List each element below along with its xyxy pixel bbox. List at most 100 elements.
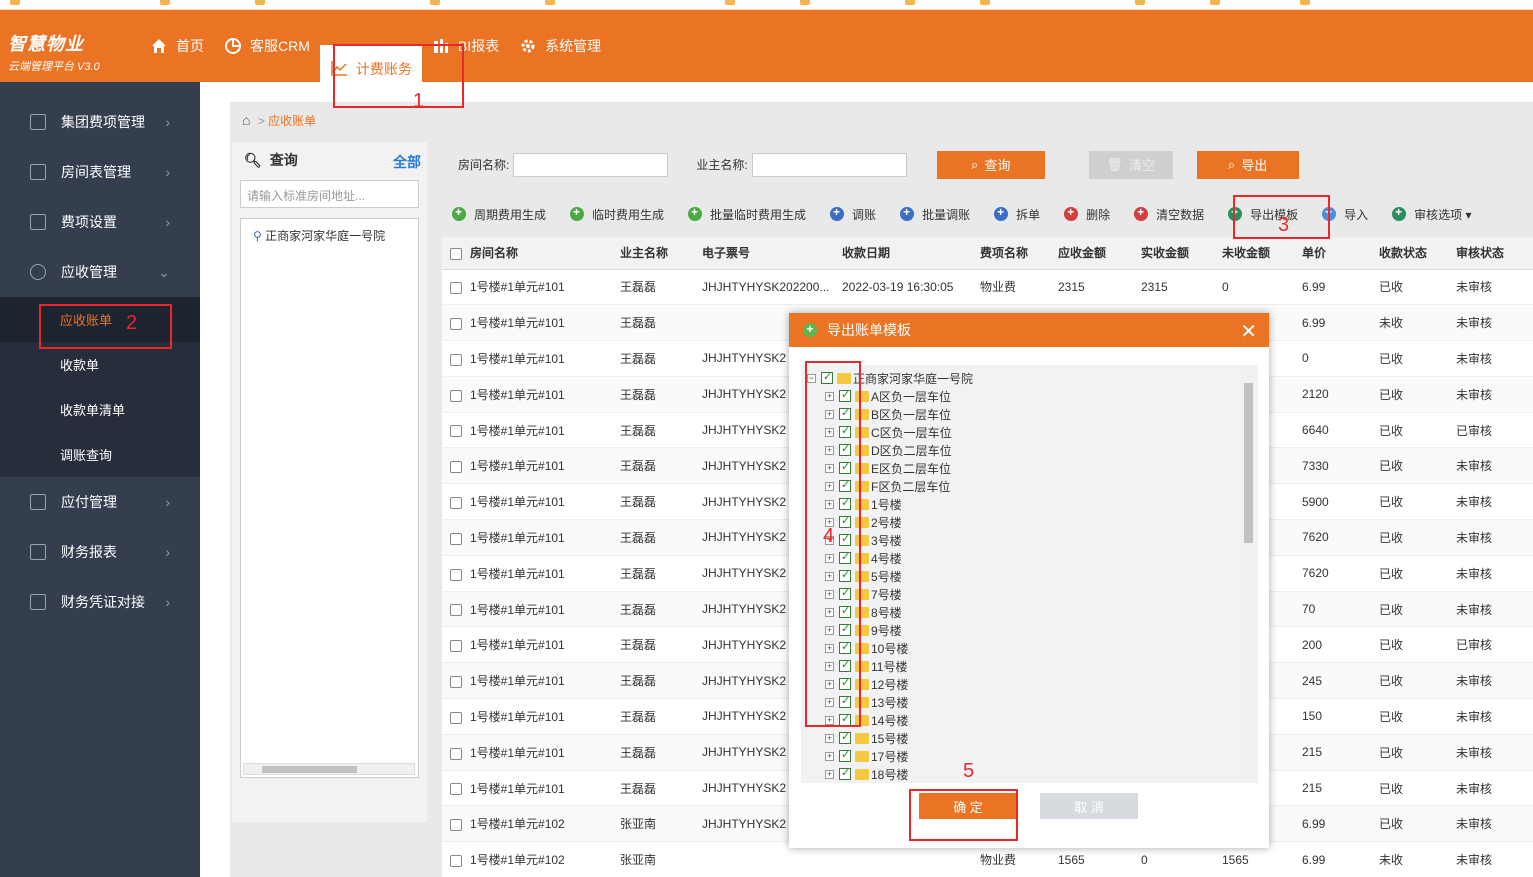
tree-node[interactable]: +4号楼 (807, 549, 1258, 567)
col-unreceived[interactable]: 未收金额 (1214, 237, 1294, 270)
vertical-scrollbar[interactable] (1242, 369, 1254, 779)
sidebar-item-group-fee[interactable]: 集团费项管理 › (0, 97, 200, 147)
cancel-button[interactable]: 取 消 (1040, 793, 1138, 819)
sidebar-item-receivable[interactable]: 应收管理 ⌄ (0, 247, 200, 297)
sidebar-item-fee-setting[interactable]: 费项设置 › (0, 197, 200, 247)
sidebar-item-voucher[interactable]: 财务凭证对接 › (0, 577, 200, 627)
nav-home[interactable]: 首页 (140, 10, 214, 82)
all-link[interactable]: 全部 (393, 152, 421, 172)
col-receivable[interactable]: 应收金额 (1050, 237, 1133, 270)
col-fee-name[interactable]: 费项名称 (972, 237, 1050, 270)
col-owner[interactable]: 业主名称 (612, 237, 694, 270)
row-checkbox[interactable] (450, 461, 462, 474)
row-checkbox[interactable] (450, 353, 462, 366)
cycle-fee-generate-button[interactable]: 周期费用生成 (452, 205, 546, 223)
row-checkbox[interactable] (450, 318, 462, 331)
cell-text: 已收 (1379, 817, 1404, 832)
row-checkbox[interactable] (450, 675, 462, 688)
row-checkbox[interactable] (450, 783, 462, 796)
col-date[interactable]: 收款日期 (834, 237, 972, 270)
row-checkbox[interactable] (450, 604, 462, 617)
row-checkbox[interactable] (450, 497, 462, 509)
expand-icon[interactable]: + (825, 733, 834, 743)
nav-system[interactable]: 系统管理 (509, 10, 611, 82)
row-checkbox[interactable] (450, 532, 462, 545)
tree-node[interactable]: +C区负一层车位 (807, 423, 1258, 441)
export-button[interactable]: ⌕ 导出 (1196, 150, 1299, 179)
delete-button[interactable]: 删除 (1064, 205, 1110, 223)
room-name-input[interactable] (513, 152, 669, 177)
tree-node[interactable]: +B区负一层车位 (807, 405, 1258, 423)
nav-crm[interactable]: 客服CRM (214, 10, 320, 82)
tree-node[interactable]: +2号楼 (807, 513, 1258, 531)
sidebar-item-finance-report[interactable]: 财务报表 › (0, 527, 200, 577)
expand-icon[interactable]: + (825, 751, 834, 761)
tree-node[interactable]: +13号楼 (807, 693, 1258, 711)
table-cell: 6640 (1294, 412, 1371, 449)
app-logo[interactable]: 智慧物业 云端管理平台 V3.0 (8, 30, 100, 74)
adjust-button[interactable]: 调账 (830, 205, 876, 223)
home-icon[interactable]: ⌂ (242, 112, 250, 128)
tree-node[interactable]: +12号楼 (807, 675, 1258, 693)
tree-node[interactable]: +14号楼 (807, 711, 1258, 729)
row-checkbox[interactable] (450, 711, 462, 724)
tree-root-node[interactable]: ⚲ 正商家河家华庭一号院 (253, 227, 406, 244)
row-checkbox[interactable] (450, 747, 462, 760)
tree-node[interactable]: +9号楼 (807, 621, 1258, 639)
row-checkbox[interactable] (450, 854, 462, 867)
tree-node[interactable]: +A区负一层车位 (807, 387, 1258, 405)
tree-node[interactable]: +18号楼 (807, 765, 1258, 783)
expand-icon[interactable]: + (825, 769, 834, 779)
row-checkbox[interactable] (450, 640, 462, 653)
room-search-input[interactable]: 请输入标准房间地址... (240, 180, 419, 208)
batch-temp-fee-button[interactable]: 批量临时费用生成 (688, 205, 806, 223)
row-checkbox[interactable] (450, 389, 462, 402)
tree-node[interactable]: +11号楼 (807, 657, 1258, 675)
audit-options-dropdown[interactable]: 审核选项 ▾ (1392, 205, 1472, 223)
temp-fee-generate-button[interactable]: 临时费用生成 (570, 205, 664, 223)
tree-node[interactable]: +D区负二层车位 (807, 441, 1258, 459)
col-received[interactable]: 实收金额 (1133, 237, 1214, 270)
col-price[interactable]: 单价 (1294, 237, 1371, 270)
select-all-checkbox[interactable] (450, 248, 462, 261)
close-icon[interactable]: ✕ (1240, 319, 1257, 344)
cell-text: 未审核 (1456, 709, 1493, 724)
col-room[interactable]: 房间名称 (442, 237, 612, 270)
clear-data-button[interactable]: 清空数据 (1134, 205, 1204, 223)
row-checkbox[interactable] (450, 282, 462, 295)
sidebar-subitem-adjust-query[interactable]: 调账查询 (0, 432, 200, 477)
row-checkbox[interactable] (450, 568, 462, 581)
tree-node[interactable]: +17号楼 (807, 747, 1258, 765)
tree-node[interactable]: +10号楼 (807, 639, 1258, 657)
horizontal-scrollbar[interactable] (243, 763, 415, 775)
query-button[interactable]: ⌕ 查询 (936, 150, 1045, 179)
table-row[interactable]: 1号楼#1单元#101 王磊磊 JHJHTYHYSK202200... 2022-03… (442, 269, 1533, 306)
tree-checkbox[interactable] (839, 730, 851, 744)
sidebar-item-room-table[interactable]: 房间表管理 › (0, 147, 200, 197)
tree-node[interactable]: +8号楼 (807, 603, 1258, 621)
clear-button[interactable]: 🗑︎ 清空 (1088, 150, 1173, 179)
col-ticket[interactable]: 电子票号 (694, 237, 834, 270)
tree-node[interactable]: +5号楼 (807, 567, 1258, 585)
sidebar-item-payable[interactable]: 应付管理 › (0, 477, 200, 527)
sidebar-subitem-receipt-list[interactable]: 收款单清单 (0, 387, 200, 432)
col-pay-status[interactable]: 收款状态 (1371, 237, 1448, 270)
row-checkbox[interactable] (450, 425, 462, 438)
cell-text: 已审核 (1456, 423, 1493, 438)
tree-node[interactable]: +E区负二层车位 (807, 459, 1258, 477)
tree-node[interactable]: +15号楼 (807, 729, 1258, 747)
tree-checkbox[interactable] (839, 748, 851, 762)
tree-node[interactable]: +3号楼 (807, 531, 1258, 549)
tree-node[interactable]: +1号楼 (807, 495, 1258, 513)
cell-text: 已收 (1379, 459, 1404, 474)
row-checkbox[interactable] (450, 819, 462, 832)
cell-text: JHJHTYHYSK2 (702, 423, 787, 438)
tree-root-node[interactable]: −正商家河家华庭一号院 (807, 369, 1258, 387)
batch-adjust-button[interactable]: 批量调账 (900, 205, 970, 223)
tree-checkbox[interactable] (839, 766, 851, 780)
owner-name-input[interactable] (751, 152, 907, 177)
col-audit-status[interactable]: 审核状态 (1448, 237, 1533, 270)
tree-node[interactable]: +7号楼 (807, 585, 1258, 603)
tree-node[interactable]: +F区负二层车位 (807, 477, 1258, 495)
split-button[interactable]: 拆单 (994, 205, 1040, 223)
